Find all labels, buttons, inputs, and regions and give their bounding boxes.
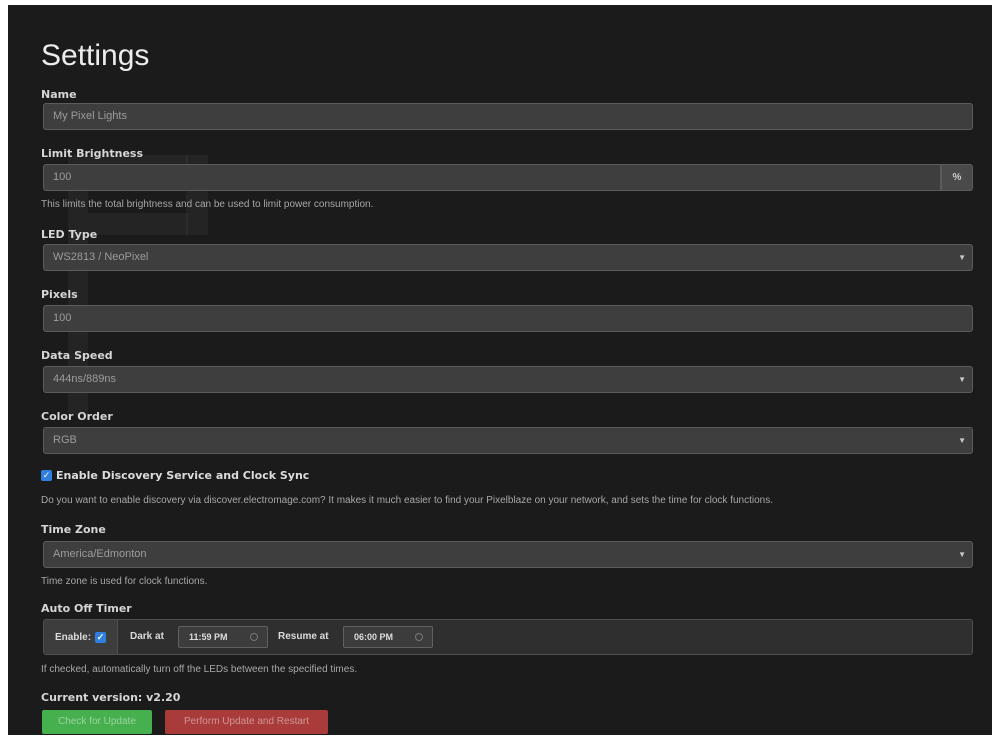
time-zone-help: Time zone is used for clock functions. xyxy=(41,576,208,587)
led-type-value: WS2813 / NeoPixel xyxy=(53,251,149,263)
page-title: Settings xyxy=(41,39,150,72)
check-update-button[interactable]: Check for Update xyxy=(42,710,152,734)
auto-off-help: If checked, automatically turn off the L… xyxy=(41,664,358,675)
color-order-label: Color Order xyxy=(41,410,113,423)
brightness-label: Limit Brightness xyxy=(41,147,144,160)
timer-enable-group: Enable: ✓ xyxy=(44,620,118,654)
brightness-help: This limits the total brightness and can… xyxy=(41,199,374,210)
time-zone-value: America/Edmonton xyxy=(53,548,147,560)
discovery-label: Enable Discovery Service and Clock Sync xyxy=(56,469,310,482)
chevron-down-icon: ▼ xyxy=(958,375,966,384)
timer-enable-checkbox[interactable]: ✓ xyxy=(95,631,107,643)
color-order-select[interactable]: RGB ▼ xyxy=(43,427,973,454)
chevron-down-icon: ▼ xyxy=(958,550,966,559)
data-speed-select[interactable]: 444ns/889ns ▼ xyxy=(43,366,973,393)
auto-off-label: Auto Off Timer xyxy=(41,602,132,615)
pixels-input[interactable]: 100 xyxy=(43,305,973,332)
dark-time-input[interactable]: 11:59 PM xyxy=(178,626,268,648)
led-type-label: LED Type xyxy=(41,228,98,241)
brightness-input[interactable]: 100 xyxy=(43,164,941,191)
resume-at-label: Resume at xyxy=(278,631,329,642)
discovery-checkbox[interactable]: ✓ xyxy=(41,470,52,481)
resume-time-value: 06:00 PM xyxy=(354,632,394,642)
name-input[interactable]: My Pixel Lights xyxy=(43,103,973,130)
color-order-value: RGB xyxy=(53,434,77,446)
clock-icon[interactable] xyxy=(250,633,258,641)
perform-update-button[interactable]: Perform Update and Restart xyxy=(165,710,328,734)
dark-at-label: Dark at xyxy=(130,631,164,642)
led-type-select[interactable]: WS2813 / NeoPixel ▼ xyxy=(43,244,973,271)
resume-time-input[interactable]: 06:00 PM xyxy=(343,626,433,648)
name-label: Name xyxy=(41,88,77,101)
data-speed-label: Data Speed xyxy=(41,349,113,362)
discovery-option: ✓ Enable Discovery Service and Clock Syn… xyxy=(41,469,309,482)
time-zone-select[interactable]: America/Edmonton ▼ xyxy=(43,541,973,568)
settings-panel: Settings Name My Pixel Lights Limit Brig… xyxy=(8,5,992,735)
auto-off-timer-group: Enable: ✓ Dark at 11:59 PM Resume at 06:… xyxy=(43,619,973,655)
data-speed-value: 444ns/889ns xyxy=(53,373,116,385)
dark-time-value: 11:59 PM xyxy=(189,632,228,642)
discovery-help: Do you want to enable discovery via disc… xyxy=(41,495,774,506)
time-zone-label: Time Zone xyxy=(41,523,106,536)
chevron-down-icon: ▼ xyxy=(958,436,966,445)
current-version: Current version: v2.20 xyxy=(41,691,181,704)
timer-enable-label: Enable: xyxy=(54,631,92,643)
percent-addon: % xyxy=(941,164,973,191)
pixels-label: Pixels xyxy=(41,288,78,301)
clock-icon[interactable] xyxy=(415,633,423,641)
chevron-down-icon: ▼ xyxy=(958,253,966,262)
